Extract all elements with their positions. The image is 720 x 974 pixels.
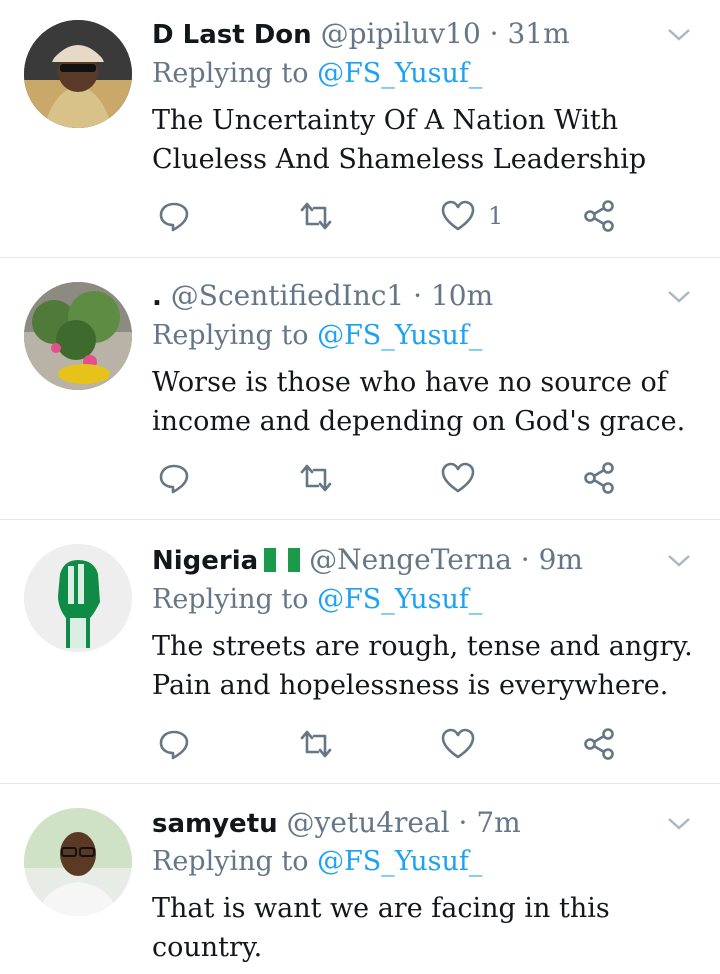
timestamp: 7m xyxy=(476,806,521,839)
tweet-text: The Uncertainty Of A Nation With Clueles… xyxy=(152,101,707,179)
share-button[interactable] xyxy=(578,194,622,238)
mention-link[interactable]: @FS_Yusuf_ xyxy=(317,846,482,877)
retweet-button[interactable] xyxy=(294,456,338,500)
user-handle[interactable]: @ScentifiedInc1 xyxy=(171,279,404,312)
reply-button[interactable] xyxy=(152,722,196,766)
chevron-down-icon[interactable] xyxy=(666,288,692,306)
replying-label: Replying to xyxy=(152,584,309,615)
chevron-down-icon[interactable] xyxy=(666,815,692,833)
chevron-down-icon[interactable] xyxy=(666,26,692,44)
tweet-text: Worse is those who have no source of inc… xyxy=(152,363,707,441)
tweet-text: The streets are rough, tense and angry. … xyxy=(152,627,707,705)
share-button[interactable] xyxy=(578,456,622,500)
separator: · xyxy=(520,543,530,576)
tweet-header: samyetu @yetu4real · 7m xyxy=(152,805,521,842)
share-icon xyxy=(584,462,614,494)
retweet-icon xyxy=(300,202,332,230)
mention-link[interactable]: @FS_Yusuf_ xyxy=(317,584,482,615)
mention-link[interactable]: @FS_Yusuf_ xyxy=(317,320,482,351)
reply-tweet[interactable]: Nigeria @NengeTerna · 9m Replying to @FS… xyxy=(0,520,720,784)
like-button[interactable] xyxy=(436,194,480,238)
tweet-actions xyxy=(152,456,672,500)
display-name[interactable]: . xyxy=(152,282,162,312)
like-icon xyxy=(441,462,475,493)
display-name[interactable]: D Last Don xyxy=(152,20,312,50)
retweet-button[interactable] xyxy=(294,194,338,238)
tweet-text-line: country. xyxy=(152,932,263,963)
reply-button[interactable] xyxy=(152,456,196,500)
avatar[interactable] xyxy=(24,282,132,390)
tweet-text: That is want we are facing in this count… xyxy=(152,889,707,967)
tweet-text-line: That is want we are facing in this xyxy=(152,893,610,924)
tweet-text-line: Worse is those who have no source of xyxy=(152,367,667,398)
retweet-icon xyxy=(300,464,332,492)
tweet-text-line: Clueless And Shameless Leadership xyxy=(152,144,647,175)
reply-icon xyxy=(159,464,189,494)
like-button[interactable] xyxy=(436,456,480,500)
timestamp: 9m xyxy=(538,543,583,576)
replying-to: Replying to @FS_Yusuf_ xyxy=(152,582,482,618)
tweet-header: . @ScentifiedInc1 · 10m xyxy=(152,278,493,315)
mention-link[interactable]: @FS_Yusuf_ xyxy=(317,58,482,89)
tweet-actions: 1 xyxy=(152,194,672,238)
display-name[interactable]: samyetu xyxy=(152,809,278,839)
tweet-text-line: The streets are rough, tense and angry. xyxy=(152,631,693,662)
nigeria-flag-icon xyxy=(264,548,301,572)
reply-icon xyxy=(159,202,189,232)
like-icon xyxy=(441,200,475,231)
retweet-button[interactable] xyxy=(294,722,338,766)
avatar[interactable] xyxy=(24,20,132,128)
share-icon xyxy=(584,200,614,232)
share-button[interactable] xyxy=(578,722,622,766)
reply-button[interactable] xyxy=(152,194,196,238)
tweet-header: Nigeria @NengeTerna · 9m xyxy=(152,542,583,579)
replying-to: Replying to @FS_Yusuf_ xyxy=(152,56,482,92)
reply-icon xyxy=(159,730,189,760)
replying-label: Replying to xyxy=(152,846,309,877)
replying-label: Replying to xyxy=(152,58,309,89)
user-handle[interactable]: @pipiluv10 xyxy=(321,17,481,50)
user-handle[interactable]: @NengeTerna xyxy=(309,543,512,576)
separator: · xyxy=(458,806,468,839)
tweet-text-line: Pain and hopelessness is everywhere. xyxy=(152,670,669,701)
separator: · xyxy=(413,279,423,312)
tweet-text-line: income and depending on God's grace. xyxy=(152,406,686,437)
user-handle[interactable]: @yetu4real xyxy=(287,806,450,839)
like-count: 1 xyxy=(488,202,504,230)
reply-tweet[interactable]: D Last Don @pipiluv10 · 31m Replying to … xyxy=(0,0,720,258)
timestamp: 10m xyxy=(430,279,494,312)
like-button[interactable] xyxy=(436,722,480,766)
retweet-icon xyxy=(300,730,332,758)
replying-label: Replying to xyxy=(152,320,309,351)
tweet-text-line: The Uncertainty Of A Nation With xyxy=(152,105,619,136)
share-icon xyxy=(584,728,614,760)
avatar[interactable] xyxy=(24,544,132,652)
tweet-actions xyxy=(152,722,672,766)
like-icon xyxy=(441,728,475,759)
replying-to: Replying to @FS_Yusuf_ xyxy=(152,318,482,354)
replying-to: Replying to @FS_Yusuf_ xyxy=(152,844,482,880)
display-name[interactable]: Nigeria xyxy=(152,546,258,576)
tweet-header: D Last Don @pipiluv10 · 31m xyxy=(152,16,570,53)
chevron-down-icon[interactable] xyxy=(666,552,692,570)
timestamp: 31m xyxy=(507,17,570,50)
avatar[interactable] xyxy=(24,808,132,916)
separator: · xyxy=(489,17,499,50)
reply-tweet[interactable]: . @ScentifiedInc1 · 10m Replying to @FS_… xyxy=(0,258,720,520)
reply-tweet[interactable]: samyetu @yetu4real · 7m Replying to @FS_… xyxy=(0,784,720,974)
